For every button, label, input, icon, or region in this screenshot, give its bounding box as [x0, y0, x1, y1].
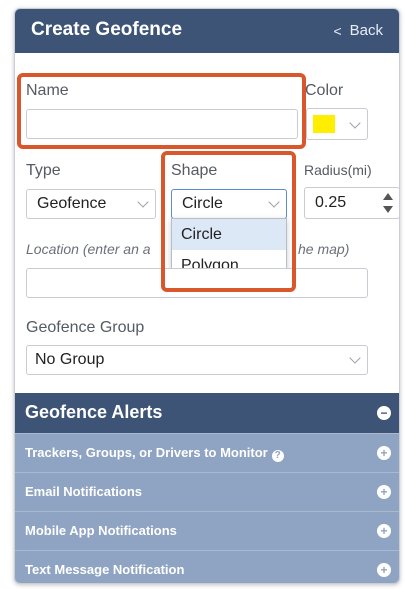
- help-icon[interactable]: ?: [271, 449, 284, 462]
- alerts-row-email-label: Email Notifications: [25, 484, 143, 499]
- back-label: Back: [349, 22, 383, 39]
- alerts-row-trackers-title: Trackers, Groups, or Drivers to Monitor?: [25, 445, 284, 462]
- radius-stepper[interactable]: [383, 192, 393, 214]
- stepper-up-icon[interactable]: [383, 193, 393, 200]
- location-input[interactable]: [26, 268, 368, 298]
- back-button[interactable]: < Back: [333, 22, 383, 39]
- alerts-row-text[interactable]: Text Message Notification +: [15, 550, 399, 583]
- type-value: Geofence: [37, 195, 107, 212]
- alerts-row-mobile-label: Mobile App Notifications: [25, 523, 177, 538]
- alerts-row-trackers[interactable]: Trackers, Groups, or Drivers to Monitor?…: [15, 433, 399, 472]
- shape-option-circle[interactable]: Circle: [172, 219, 286, 250]
- color-picker[interactable]: [306, 108, 368, 140]
- shape-value: Circle: [182, 195, 223, 212]
- radius-input[interactable]: 0.25: [304, 187, 399, 219]
- chevron-down-icon: [349, 117, 361, 129]
- chevron-down-icon: [137, 196, 149, 208]
- chevron-left-icon: <: [333, 22, 342, 39]
- alerts-row-mobile[interactable]: Mobile App Notifications +: [15, 511, 399, 550]
- location-label-right: he map): [298, 241, 350, 257]
- stepper-down-icon[interactable]: [383, 206, 393, 213]
- color-label: Color: [305, 82, 344, 99]
- name-input[interactable]: [26, 109, 298, 139]
- geofence-alerts-header[interactable]: Geofence Alerts −: [15, 393, 399, 433]
- plus-circle-icon[interactable]: +: [377, 563, 391, 577]
- geofence-group-value: No Group: [35, 351, 105, 368]
- alerts-row-email[interactable]: Email Notifications +: [15, 472, 399, 511]
- alerts-row-trackers-label: Trackers, Groups, or Drivers to Monitor: [25, 445, 268, 460]
- radius-label: Radius(mi): [304, 162, 372, 178]
- shape-select[interactable]: Circle: [171, 189, 287, 219]
- name-label: Name: [26, 82, 69, 99]
- plus-circle-icon[interactable]: +: [377, 485, 391, 499]
- shape-label: Shape: [171, 162, 218, 179]
- plus-circle-icon[interactable]: +: [377, 524, 391, 538]
- type-select[interactable]: Geofence: [26, 189, 156, 219]
- minus-circle-icon[interactable]: −: [377, 406, 391, 420]
- alerts-row-text-label: Text Message Notification: [25, 562, 185, 577]
- plus-circle-icon[interactable]: +: [377, 446, 391, 460]
- page-title: Create Geofence: [31, 19, 183, 40]
- chevron-down-icon: [349, 352, 361, 364]
- location-label-left: Location (enter an a: [26, 241, 151, 257]
- chevron-down-icon: [268, 196, 280, 208]
- type-label: Type: [26, 162, 61, 179]
- geofence-group-label: Geofence Group: [26, 319, 145, 336]
- geofence-alerts-title: Geofence Alerts: [25, 402, 163, 422]
- color-swatch: [313, 115, 335, 133]
- create-geofence-panel: Create Geofence < Back Name Color Type G…: [14, 8, 400, 584]
- radius-value: 0.25: [315, 194, 347, 211]
- geofence-group-select[interactable]: No Group: [26, 345, 368, 375]
- panel-header: Create Geofence < Back: [15, 9, 399, 53]
